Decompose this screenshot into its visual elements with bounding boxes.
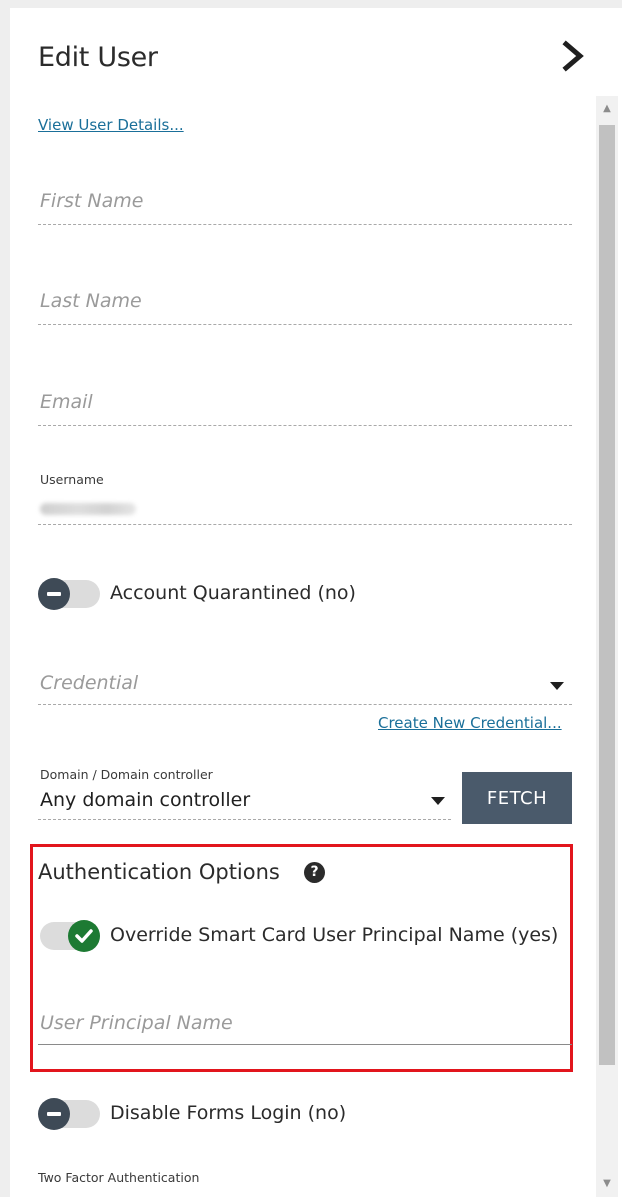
create-new-credential-link[interactable]: Create New Credential... (378, 714, 562, 732)
authentication-options-title: Authentication Options (38, 860, 280, 884)
email-field[interactable]: Email (38, 389, 572, 426)
user-principal-name-placeholder: User Principal Name (40, 1012, 233, 1034)
scrollbar-thumb[interactable] (599, 125, 615, 1065)
chevron-right-icon (562, 40, 584, 72)
override-smart-card-toggle[interactable] (40, 920, 100, 952)
disable-forms-login-label: Disable Forms Login (no) (110, 1102, 347, 1124)
first-name-placeholder: First Name (40, 190, 144, 212)
toggle-on-knob (68, 920, 100, 952)
scroll-down-arrow-icon[interactable]: ▼ (596, 1171, 618, 1197)
view-user-details-link[interactable]: View User Details... (38, 116, 184, 134)
last-name-placeholder: Last Name (40, 290, 142, 312)
collapse-panel-button[interactable] (555, 38, 591, 74)
minus-icon (47, 592, 61, 596)
account-quarantined-label: Account Quarantined (no) (110, 582, 356, 604)
email-placeholder: Email (40, 391, 93, 413)
username-label: Username (40, 472, 104, 487)
last-name-field[interactable]: Last Name (38, 288, 572, 325)
fetch-button[interactable]: FETCH (462, 772, 572, 824)
scroll-up-arrow-icon[interactable]: ▲ (596, 96, 618, 122)
toggle-off-knob (38, 1098, 70, 1130)
caret-down-icon (431, 797, 445, 805)
minus-icon (47, 1112, 61, 1116)
caret-down-icon (550, 682, 564, 690)
domain-controller-select[interactable]: Domain / Domain controller Any domain co… (38, 764, 451, 820)
domain-label: Domain / Domain controller (40, 767, 213, 782)
checkmark-icon (75, 929, 93, 943)
toggle-off-knob (38, 578, 70, 610)
two-factor-label: Two Factor Authentication (38, 1170, 200, 1185)
domain-value: Any domain controller (40, 789, 251, 811)
account-quarantined-toggle[interactable] (38, 578, 100, 610)
username-value-redacted (40, 503, 136, 515)
disable-forms-login-toggle[interactable] (38, 1098, 100, 1130)
panel-title: Edit User (38, 42, 158, 73)
override-smart-card-label: Override Smart Card User Principal Name … (110, 924, 559, 946)
edit-user-panel: Edit User View User Details... First Nam… (10, 8, 622, 1197)
username-field[interactable]: Username (38, 470, 572, 525)
credential-select[interactable]: Credential (38, 668, 572, 705)
first-name-field[interactable]: First Name (38, 188, 572, 225)
vertical-scrollbar[interactable]: ▲ ▼ (596, 96, 618, 1197)
credential-placeholder: Credential (40, 672, 139, 694)
help-icon[interactable]: ? (304, 862, 325, 883)
user-principal-name-field[interactable]: User Principal Name (38, 1004, 572, 1045)
